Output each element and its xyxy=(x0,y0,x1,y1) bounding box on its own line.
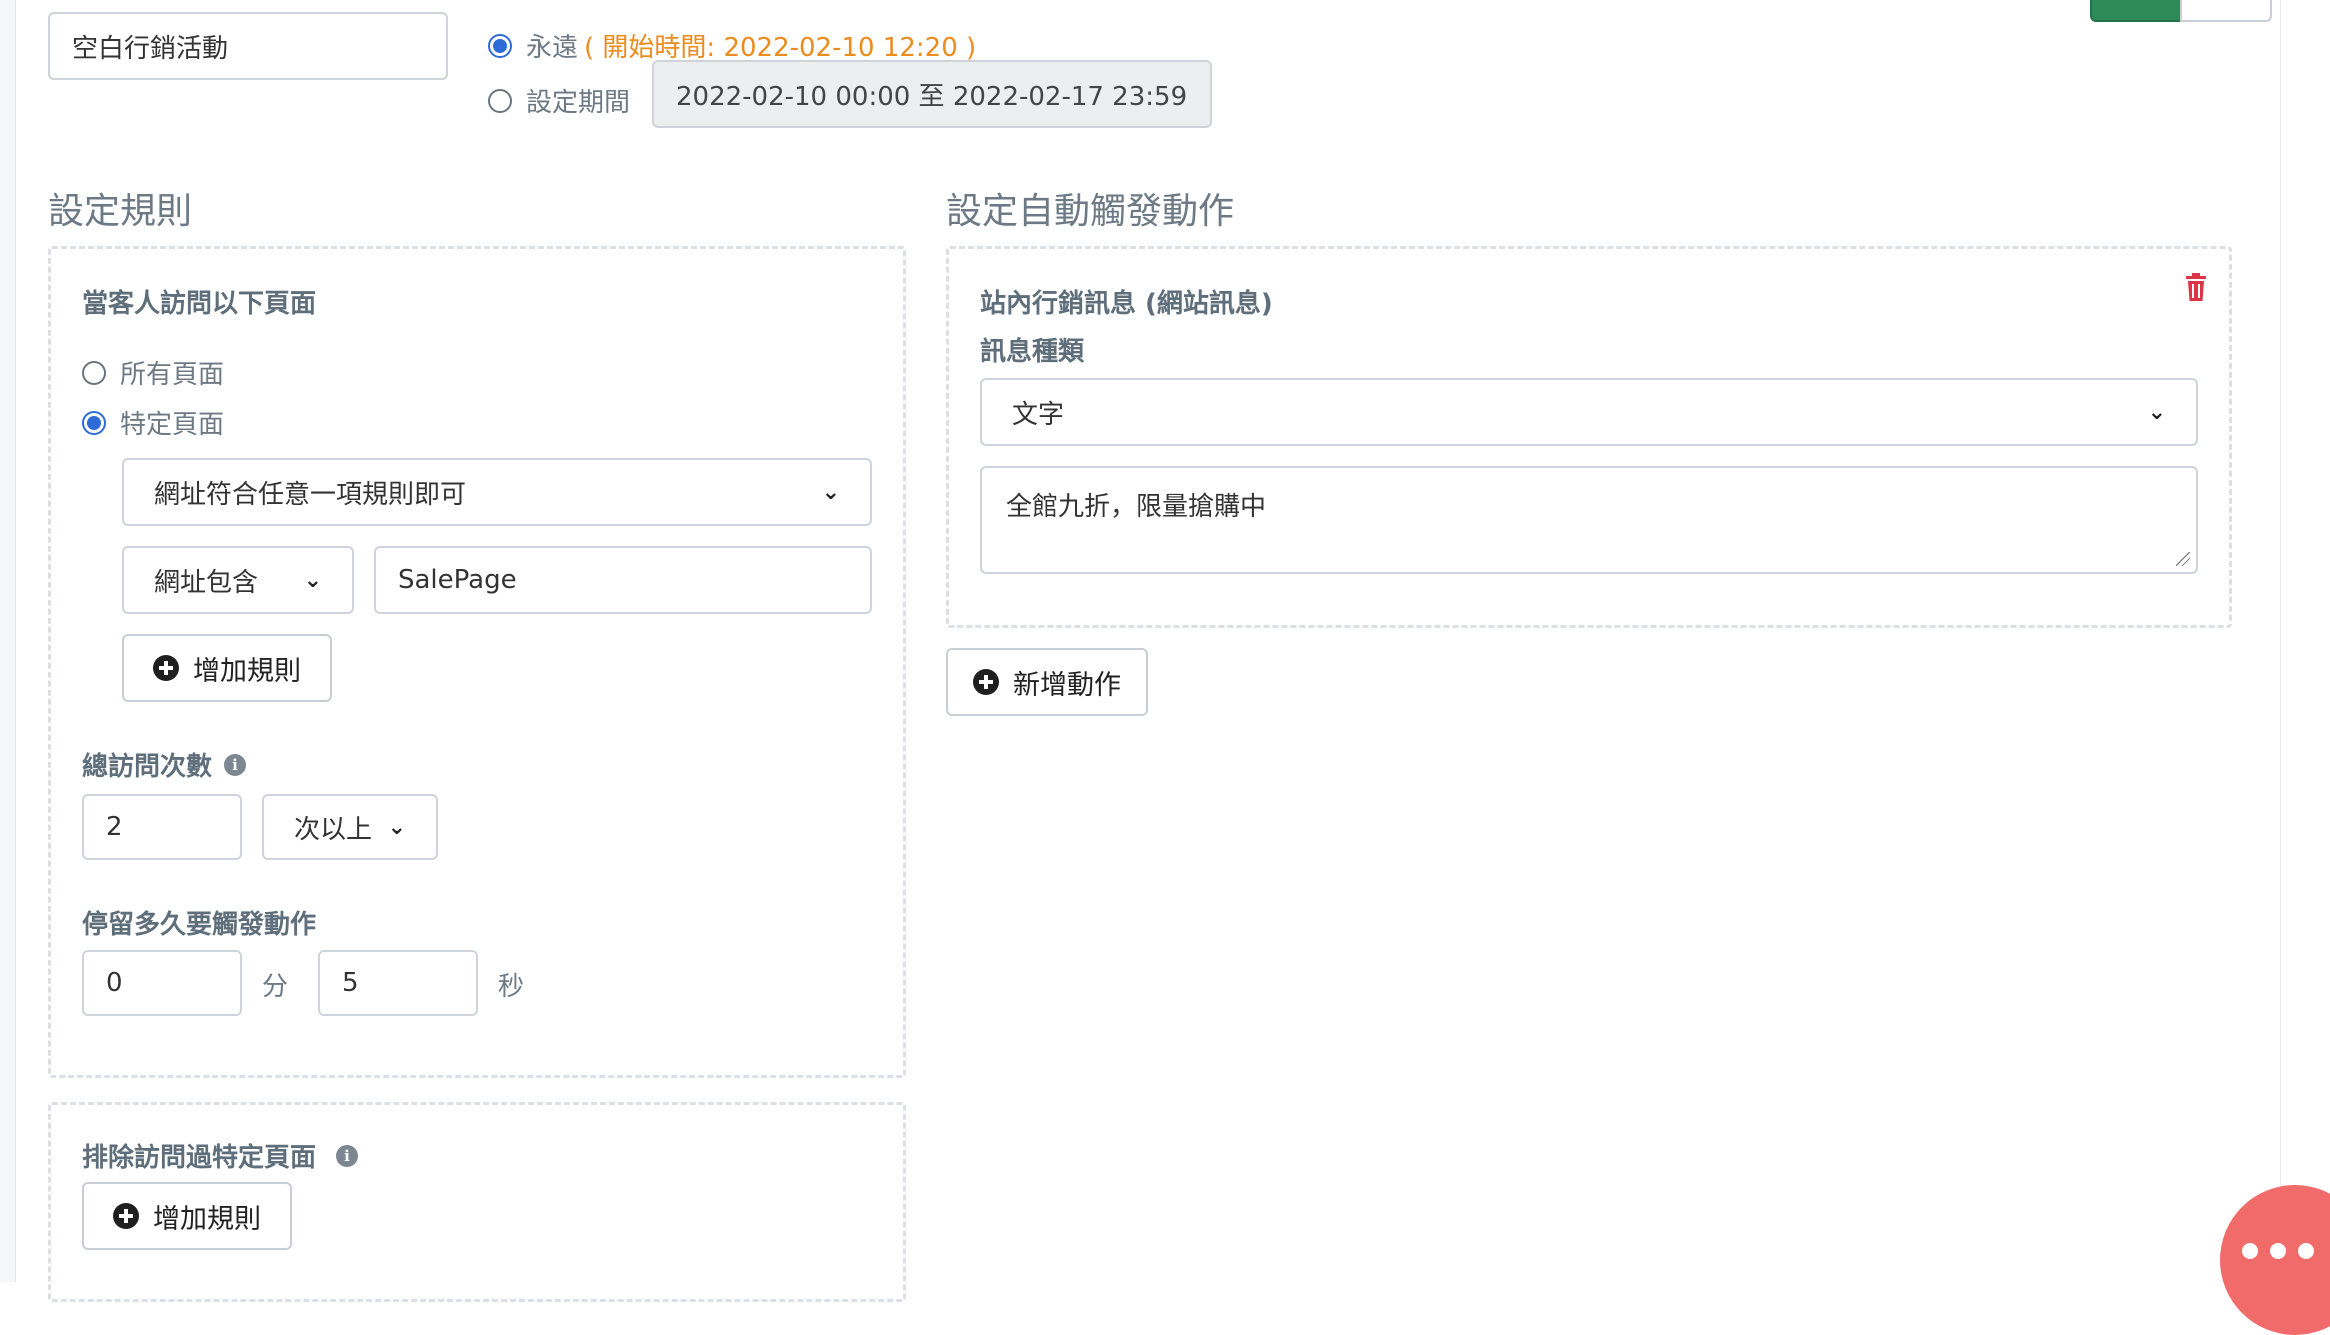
add-action-button[interactable]: 新增動作 xyxy=(946,648,1148,716)
stay-seconds-input[interactable]: 5 xyxy=(318,950,478,1016)
info-circle-icon[interactable]: i xyxy=(224,753,247,776)
message-type-select[interactable]: 文字 ⌄ xyxy=(980,378,2198,446)
seconds-unit: 秒 xyxy=(498,972,525,1002)
rules-section-title: 設定規則 xyxy=(48,191,193,232)
stay-minutes-input[interactable]: 0 xyxy=(82,950,242,1016)
plus-circle-icon xyxy=(153,655,179,681)
plus-circle-icon xyxy=(113,1203,139,1229)
chat-dot xyxy=(2242,1243,2258,1259)
chevron-down-icon: ⌄ xyxy=(2147,399,2166,425)
set-period-option[interactable]: 設定期間 xyxy=(488,82,630,119)
message-type-label: 訊息種類 xyxy=(980,337,1085,367)
condition-value-input[interactable]: SalePage xyxy=(374,546,872,614)
match-mode-select[interactable]: 網址符合任意一項規則即可 ⌄ xyxy=(122,458,872,526)
page-left-gutter xyxy=(0,0,16,1282)
set-period-label: 設定期間 xyxy=(526,88,631,118)
content-right-border xyxy=(2280,0,2281,1282)
resize-handle-icon[interactable] xyxy=(2176,552,2190,566)
chevron-down-icon: ⌄ xyxy=(821,479,840,505)
exclude-header: 排除訪問過特定頁面 i xyxy=(82,1137,359,1174)
chevron-down-icon: ⌄ xyxy=(387,814,406,840)
info-circle-icon[interactable]: i xyxy=(336,1144,359,1167)
chevron-down-icon: ⌄ xyxy=(303,567,322,593)
save-button[interactable] xyxy=(2090,0,2182,22)
action-card-title: 站內行銷訊息 (網站訊息) xyxy=(980,289,1273,319)
period-range-input[interactable]: 2022-02-10 00:00 至 2022-02-17 23:59 xyxy=(652,60,1212,128)
specific-pages-radio[interactable] xyxy=(82,410,106,435)
actions-section-title: 設定自動觸發動作 xyxy=(946,191,1235,232)
total-visits-input[interactable]: 2 xyxy=(82,794,242,860)
visit-pages-label: 當客人訪問以下頁面 xyxy=(82,289,317,319)
exclude-add-rule-button[interactable]: 增加規則 xyxy=(82,1182,292,1250)
exclude-label: 排除訪問過特定頁面 xyxy=(82,1143,317,1173)
start-time-text: ( 開始時間: 2022-02-10 12:20 ) xyxy=(584,33,977,63)
chat-bubble-icon[interactable] xyxy=(2220,1185,2330,1335)
stay-duration-label: 停留多久要觸發動作 xyxy=(82,910,317,940)
forever-radio[interactable] xyxy=(488,33,512,58)
campaign-name-input[interactable]: 空白行銷活動 xyxy=(48,12,448,80)
condition-type-select[interactable]: 網址包含 ⌄ xyxy=(122,546,354,614)
total-visits-header: 總訪問次數 i xyxy=(82,746,247,783)
total-visits-label: 總訪問次數 xyxy=(82,752,213,782)
chat-dot xyxy=(2270,1243,2286,1259)
forever-option[interactable]: 永遠 ( 開始時間: 2022-02-10 12:20 ) xyxy=(488,27,976,64)
plus-circle-icon xyxy=(973,669,999,695)
all-pages-radio[interactable] xyxy=(82,360,106,385)
all-pages-option[interactable]: 所有頁面 xyxy=(82,354,224,391)
chat-dot xyxy=(2298,1243,2314,1259)
visits-qualifier-select[interactable]: 次以上 ⌄ xyxy=(262,794,438,860)
cancel-button[interactable] xyxy=(2180,0,2272,22)
trash-icon-svg xyxy=(2186,273,2206,301)
trash-icon[interactable] xyxy=(2184,272,2208,306)
add-rule-button[interactable]: 增加規則 xyxy=(122,634,332,702)
forever-label: 永遠 xyxy=(526,33,579,63)
message-textarea[interactable]: 全館九折，限量搶購中 xyxy=(980,466,2198,574)
minutes-unit: 分 xyxy=(262,972,289,1002)
specific-pages-option[interactable]: 特定頁面 xyxy=(82,404,224,441)
set-period-radio[interactable] xyxy=(488,88,512,113)
